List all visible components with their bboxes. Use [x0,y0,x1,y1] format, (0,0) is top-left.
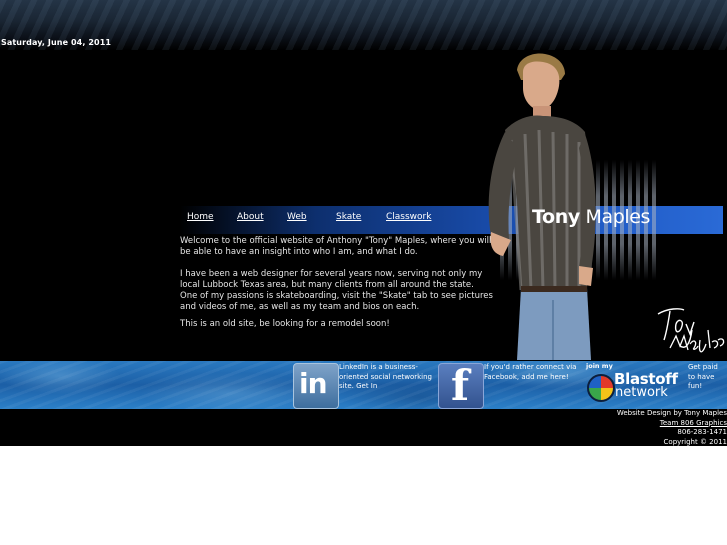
welcome-paragraph: Welcome to the official website of Antho… [180,236,492,257]
nav-web[interactable]: Web [287,212,307,222]
blastoff-name: Blastoff [614,370,678,388]
phone-number: 806-283-1471 [677,428,727,436]
team-link[interactable]: Team 806 Graphics [617,419,727,429]
blastoff-cta[interactable]: Get paid to have fun! [688,363,726,392]
facebook-description[interactable]: If you'd rather connect via Facebook, ad… [484,363,579,382]
portrait-photo [488,53,596,360]
blastoff-join-label: join my [586,362,613,370]
blastoff-network-label: network [615,385,668,400]
design-credit: Website Design by Tony Maples [616,409,727,417]
remodel-notice: This is an old site, be looking for a re… [180,319,390,329]
copyright: Copyright © 2011 [663,437,727,446]
linkedin-glyph: in [299,367,328,400]
nav-about[interactable]: About [237,212,264,222]
facebook-glyph: f [451,363,470,409]
date-display: Saturday, June 04, 2011 [1,38,112,47]
nav-classwork[interactable]: Classwork [386,212,431,222]
facebook-icon[interactable]: f [438,363,484,409]
designer-paragraph: I have been a web designer for several y… [180,269,483,290]
blastoff-network-link[interactable]: join my Blastoff network [585,362,685,408]
title-last-name: Maples [585,206,651,228]
skate-paragraph: One of my passions is skateboarding, vis… [180,291,493,312]
signature-logo [657,308,725,353]
blastoff-logo-icon [587,374,615,402]
welcome-content: Welcome to the official website of Antho… [180,236,495,336]
nav-skate[interactable]: Skate [336,212,361,222]
site-container: Saturday, June 04, 2011 Home About Web S… [0,0,727,446]
site-title: Tony Maples [532,206,650,228]
footer-credits: Website Design by Tony Maples Team 806 G… [617,409,727,446]
title-first-name: Tony [532,206,580,228]
linkedin-icon[interactable]: in [293,363,339,409]
nav-home[interactable]: Home [187,212,214,222]
linkedin-description[interactable]: LinkedIn is a business-oriented social n… [339,363,434,392]
